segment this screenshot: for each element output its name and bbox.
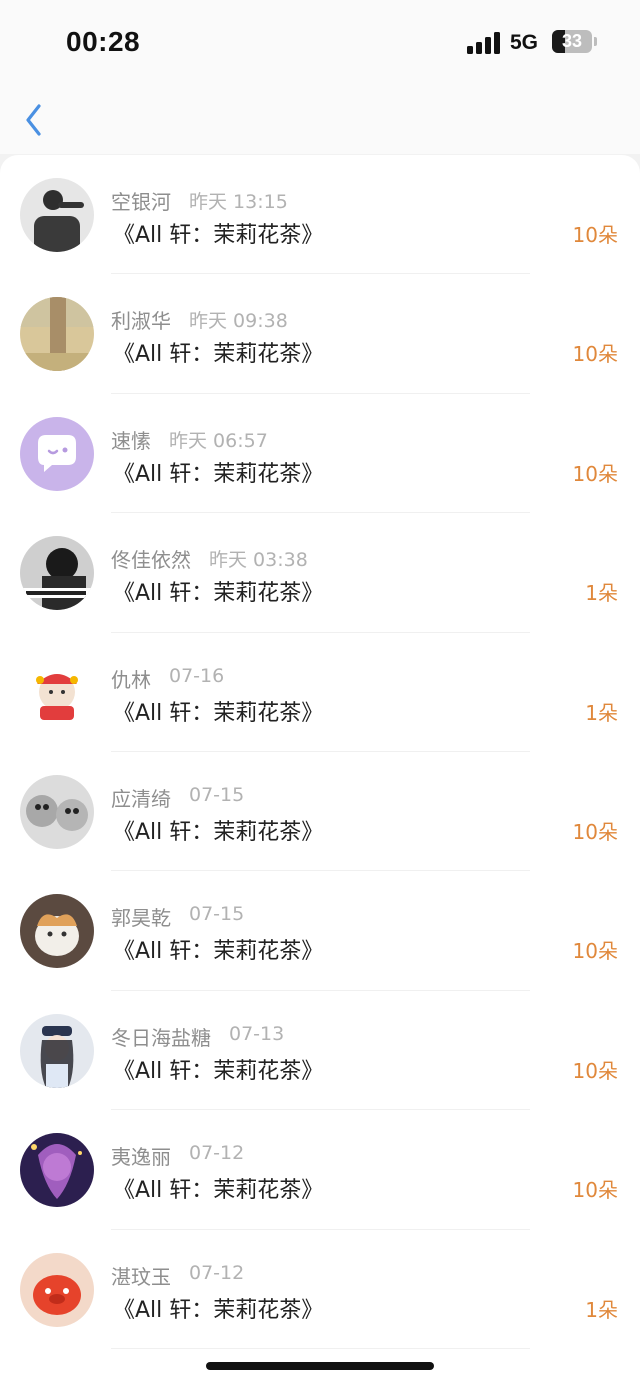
timestamp: 07-15: [189, 783, 245, 806]
battery-level: 33: [561, 31, 583, 51]
quantity-label: 10朵: [572, 223, 618, 247]
battery-icon: 33: [552, 30, 592, 53]
quantity-label: 1朵: [585, 1297, 618, 1322]
avatar[interactable]: [20, 536, 94, 611]
user-name: 空银河: [111, 190, 171, 214]
list-item[interactable]: 仇林 07-16 《All 轩：茉莉花茶》 1朵: [0, 633, 640, 752]
avatar[interactable]: [20, 178, 94, 252]
timestamp: 07-12: [189, 1142, 245, 1165]
list-item[interactable]: 空银河 昨天 13:15 《All 轩：茉莉花茶》 10朵: [0, 155, 640, 275]
item-title: 《All 轩：茉莉花茶》: [113, 819, 324, 845]
avatar[interactable]: [20, 1013, 94, 1088]
quantity-label: 10朵: [572, 461, 618, 486]
list-item[interactable]: 冬日海盐糖 07-13 《All 轩：茉莉花茶》 10朵: [0, 991, 640, 1111]
avatar[interactable]: [20, 297, 94, 372]
status-time: 00:28: [66, 26, 141, 57]
list-item[interactable]: 佟佳依然 昨天 03:38 《All 轩：茉莉花茶》 1朵: [0, 513, 640, 633]
avatar[interactable]: [20, 416, 94, 491]
item-title: 《All 轩：茉莉花茶》: [113, 342, 324, 368]
user-name: 郭昊乾: [111, 906, 171, 931]
timestamp: 07-13: [229, 1022, 285, 1045]
quantity-label: 10朵: [572, 1058, 618, 1083]
user-name: 湛玟玉: [111, 1264, 171, 1289]
network-type: 5G: [510, 31, 539, 54]
avatar[interactable]: [20, 774, 94, 849]
user-name: 速愫: [111, 428, 151, 453]
avatar[interactable]: [20, 1252, 94, 1327]
item-title: 《All 轩：茉莉花茶》: [113, 581, 324, 607]
item-title: 《All 轩：茉莉花茶》: [113, 1178, 324, 1204]
item-title: 《All 轩：茉莉花茶》: [113, 1297, 324, 1323]
timestamp: 07-12: [189, 1261, 245, 1284]
list-item[interactable]: 利淑华 昨天 09:38 《All 轩：茉莉花茶》 10朵: [0, 274, 640, 394]
user-name: 仇林: [111, 667, 151, 692]
quantity-label: 1朵: [585, 581, 618, 606]
item-title: 《All 轩：茉莉花茶》: [113, 223, 324, 248]
user-name: 佟佳依然: [111, 548, 191, 573]
list-item[interactable]: 郭昊乾 07-15 《All 轩：茉莉花茶》 10朵: [0, 871, 640, 991]
gift-record-list: 空银河 昨天 13:15 《All 轩：茉莉花茶》 10朵 利淑华 昨天 09:38 《Al…: [0, 155, 640, 1385]
user-name: 利淑华: [111, 309, 171, 334]
timestamp: 昨天 03:38: [209, 549, 308, 572]
timestamp: 昨天 06:57: [169, 429, 268, 452]
chevron-left-icon: [26, 104, 41, 136]
home-indicator: [206, 1362, 434, 1370]
timestamp: 昨天 09:38: [189, 310, 288, 333]
quantity-label: 10朵: [572, 939, 618, 964]
timestamp: 昨天 13:15: [189, 191, 288, 213]
avatar[interactable]: [20, 1133, 94, 1208]
quantity-label: 1朵: [585, 700, 618, 725]
timestamp: 07-16: [169, 664, 225, 687]
list-item[interactable]: 应清绮 07-15 《All 轩：茉莉花茶》 10朵: [0, 752, 640, 872]
divider: [111, 1347, 530, 1349]
quantity-label: 10朵: [572, 342, 618, 367]
quantity-label: 10朵: [572, 1178, 618, 1203]
avatar[interactable]: [20, 655, 94, 730]
item-title: 《All 轩：茉莉花茶》: [113, 461, 324, 487]
back-button[interactable]: [20, 102, 50, 138]
nav-bar: [0, 86, 640, 154]
avatar[interactable]: [20, 894, 94, 969]
list-item[interactable]: 夷逸丽 07-12 《All 轩：茉莉花茶》 10朵: [0, 1110, 640, 1230]
item-title: 《All 轩：茉莉花茶》: [113, 700, 324, 726]
signal-icon: [467, 32, 501, 54]
item-title: 《All 轩：茉莉花茶》: [113, 1058, 324, 1084]
list-item[interactable]: 湛玟玉 07-12 《All 轩：茉莉花茶》 1朵: [0, 1230, 640, 1349]
user-name: 夷逸丽: [111, 1145, 171, 1170]
user-name: 应清绮: [111, 786, 171, 811]
battery-tip: [594, 37, 597, 46]
user-name: 冬日海盐糖: [111, 1025, 211, 1050]
timestamp: 07-15: [189, 903, 245, 926]
item-title: 《All 轩：茉莉花茶》: [113, 939, 324, 965]
list-item[interactable]: 速愫 昨天 06:57 《All 轩：茉莉花茶》 10朵: [0, 394, 640, 514]
quantity-label: 10朵: [572, 819, 618, 844]
status-bar: 00:28 5G 33: [0, 0, 640, 86]
